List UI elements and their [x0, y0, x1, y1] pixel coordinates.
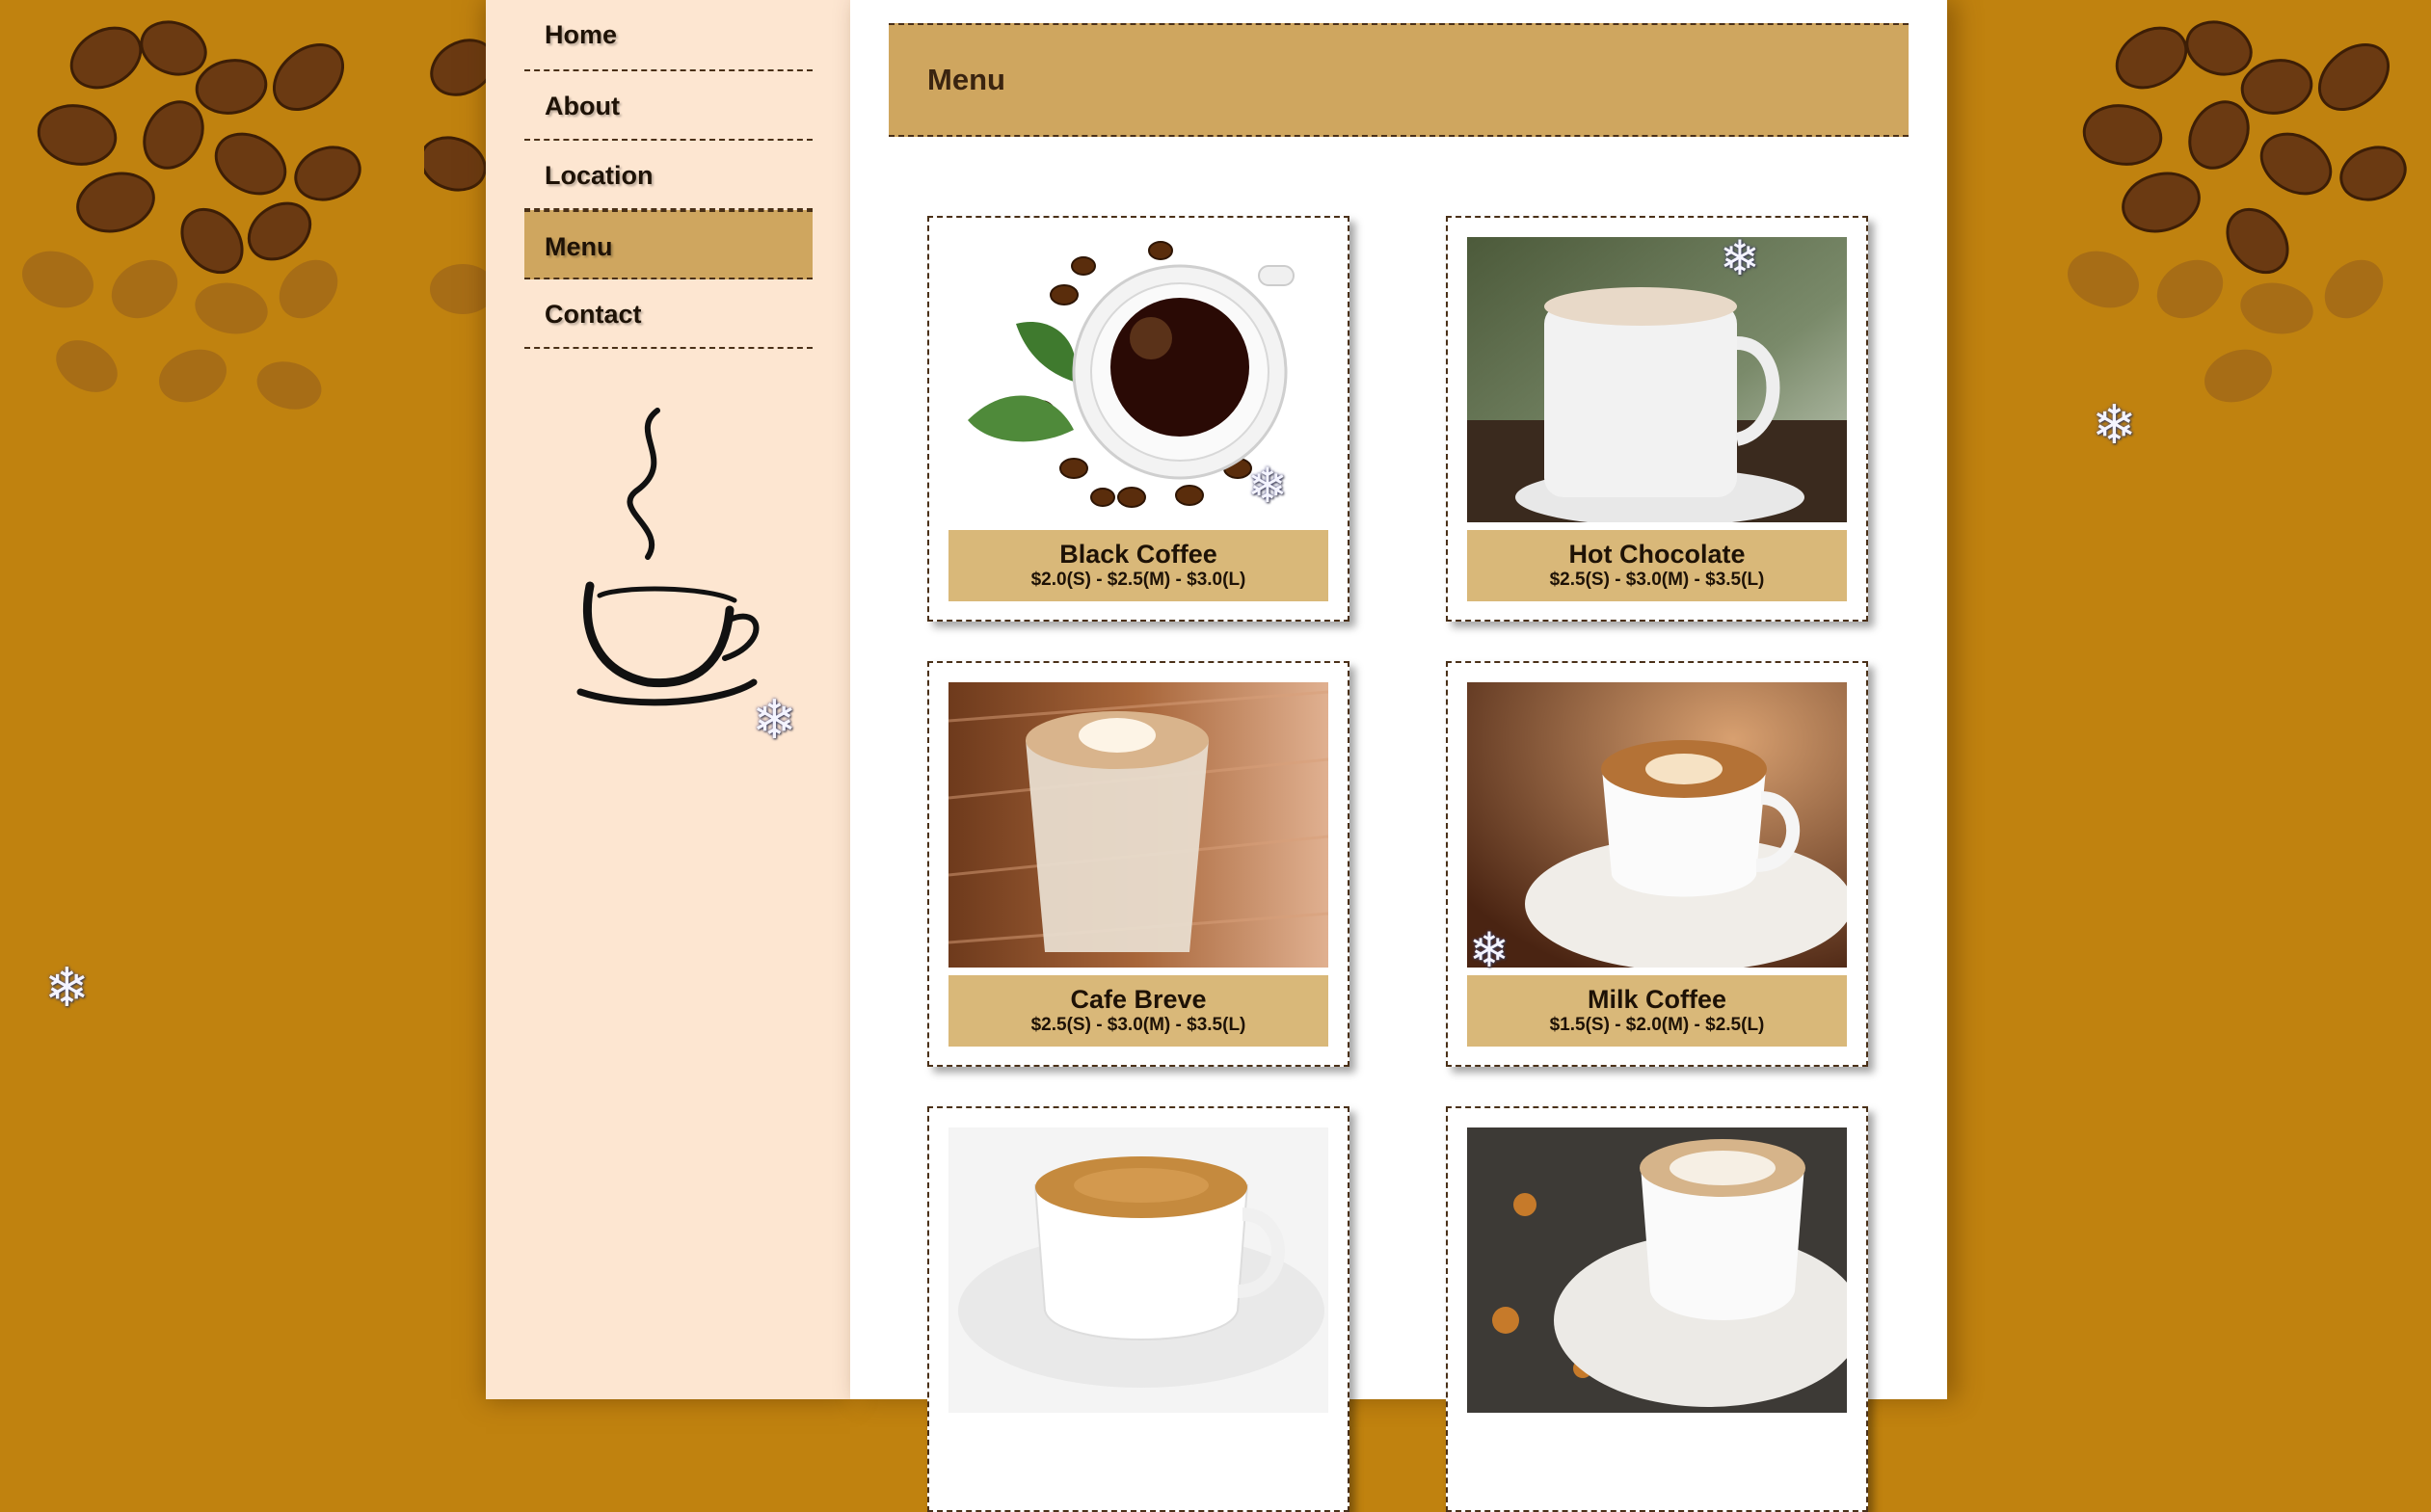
item-name: Black Coffee [1059, 540, 1217, 569]
menu-card-black-coffee[interactable]: Black Coffee $2.0(S) - $2.5(M) - $3.0(L)… [927, 216, 1349, 622]
main-nav: Home About Location Menu Contact [524, 20, 813, 349]
cafe-breve-caption: Cafe Breve $2.5(S) - $3.0(M) - $3.5(L) [948, 975, 1328, 1047]
item-price: $2.5(S) - $3.0(M) - $3.5(L) [1030, 1015, 1246, 1035]
menu-card-hot-chocolate[interactable]: Hot Chocolate $2.5(S) - $3.0(M) - $3.5(L… [1446, 216, 1868, 622]
main-content: Menu Black Coffee $2.0(S) - $2.5(M) - $3… [850, 0, 1947, 1512]
coffee-beans-background-left [22, 20, 361, 410]
nav-item-contact[interactable]: Contact [524, 279, 813, 349]
milk-coffee-caption: Milk Coffee $1.5(S) - $2.0(M) - $2.5(L) [1467, 975, 1847, 1047]
menu-card-cafe-breve[interactable]: Cafe Breve $2.5(S) - $3.0(M) - $3.5(L) [927, 661, 1349, 1067]
item-name: Milk Coffee [1587, 985, 1727, 1014]
nav-item-about[interactable]: About [524, 71, 813, 141]
menu-card-6[interactable] [1446, 1106, 1868, 1512]
black-coffee-caption: Black Coffee $2.0(S) - $2.5(M) - $3.0(L) [948, 530, 1328, 601]
coffee-cup-logo [576, 408, 760, 706]
item-price: $2.5(S) - $3.0(M) - $3.5(L) [1549, 570, 1765, 590]
snowflake-icon: ❄ [1247, 458, 1288, 514]
latte-photo [1467, 1127, 1847, 1413]
nav-item-location[interactable]: Location [524, 141, 813, 210]
snowflake-icon: ❄ [44, 957, 90, 1020]
snowflake-icon: ❄ [1469, 922, 1509, 978]
menu-card-5[interactable] [927, 1106, 1349, 1512]
espresso-cup-photo [948, 1127, 1328, 1413]
page-title: Menu [927, 63, 1005, 96]
hot-chocolate-photo [1467, 237, 1847, 522]
milk-coffee-photo [1467, 682, 1847, 968]
hot-chocolate-caption: Hot Chocolate $2.5(S) - $3.0(M) - $3.5(L… [1467, 530, 1847, 601]
coffee-beans-background-right [2068, 20, 2407, 403]
nav-item-home[interactable]: Home [524, 0, 813, 71]
cafe-breve-photo [948, 682, 1328, 968]
snowflake-icon: ❄ [752, 689, 797, 752]
snowflake-icon: ❄ [1720, 230, 1760, 286]
item-name: Cafe Breve [1070, 985, 1207, 1014]
nav-item-menu[interactable]: Menu [524, 210, 813, 279]
menu-card-milk-coffee[interactable]: Milk Coffee $1.5(S) - $2.0(M) - $2.5(L) … [1446, 661, 1868, 1067]
sidebar: Home About Location Menu Contact ❄ [486, 0, 850, 1399]
item-price: $2.0(S) - $2.5(M) - $3.0(L) [1030, 570, 1246, 590]
snowflake-icon: ❄ [2092, 394, 2137, 457]
page-header: Menu [889, 23, 1909, 137]
item-price: $1.5(S) - $2.0(M) - $2.5(L) [1549, 1015, 1765, 1035]
item-name: Hot Chocolate [1568, 540, 1746, 569]
